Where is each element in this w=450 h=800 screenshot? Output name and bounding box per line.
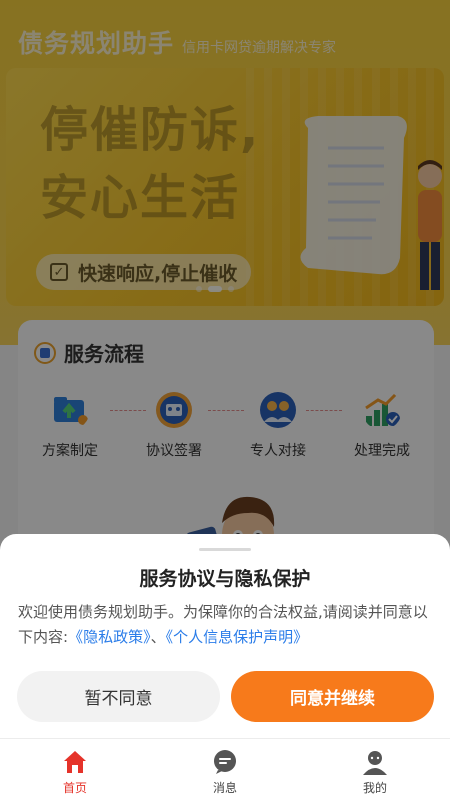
tab-home[interactable]: 首页 [0,739,150,800]
dialog-title: 服务协议与隐私保护 [139,568,311,590]
tab-label: 消息 [212,781,237,795]
bottom-tab-bar: 首页 消息 我的 [0,738,450,800]
privacy-policy-link[interactable]: 《隐私政策》 [68,628,151,646]
tab-label: 首页 [62,781,87,795]
message-icon [214,750,236,774]
personal-info-statement-link[interactable]: 《个人信息保护声明》 [166,628,309,646]
agree-continue-button[interactable]: 同意并继续 [231,671,434,722]
tab-messages[interactable]: 消息 [150,739,300,800]
link-separator: 、 [150,628,166,646]
decline-button[interactable]: 暂不同意 [17,671,220,722]
tab-label: 我的 [362,781,387,795]
home-icon [64,751,86,773]
tab-profile[interactable]: 我的 [300,739,450,800]
dialog-body: 欢迎使用债务规划助手。为保障你的合法权益,请阅读并同意以下内容:《隐私政策》、《… [18,600,432,650]
sheet-handle[interactable] [199,548,251,551]
profile-icon [363,751,387,775]
